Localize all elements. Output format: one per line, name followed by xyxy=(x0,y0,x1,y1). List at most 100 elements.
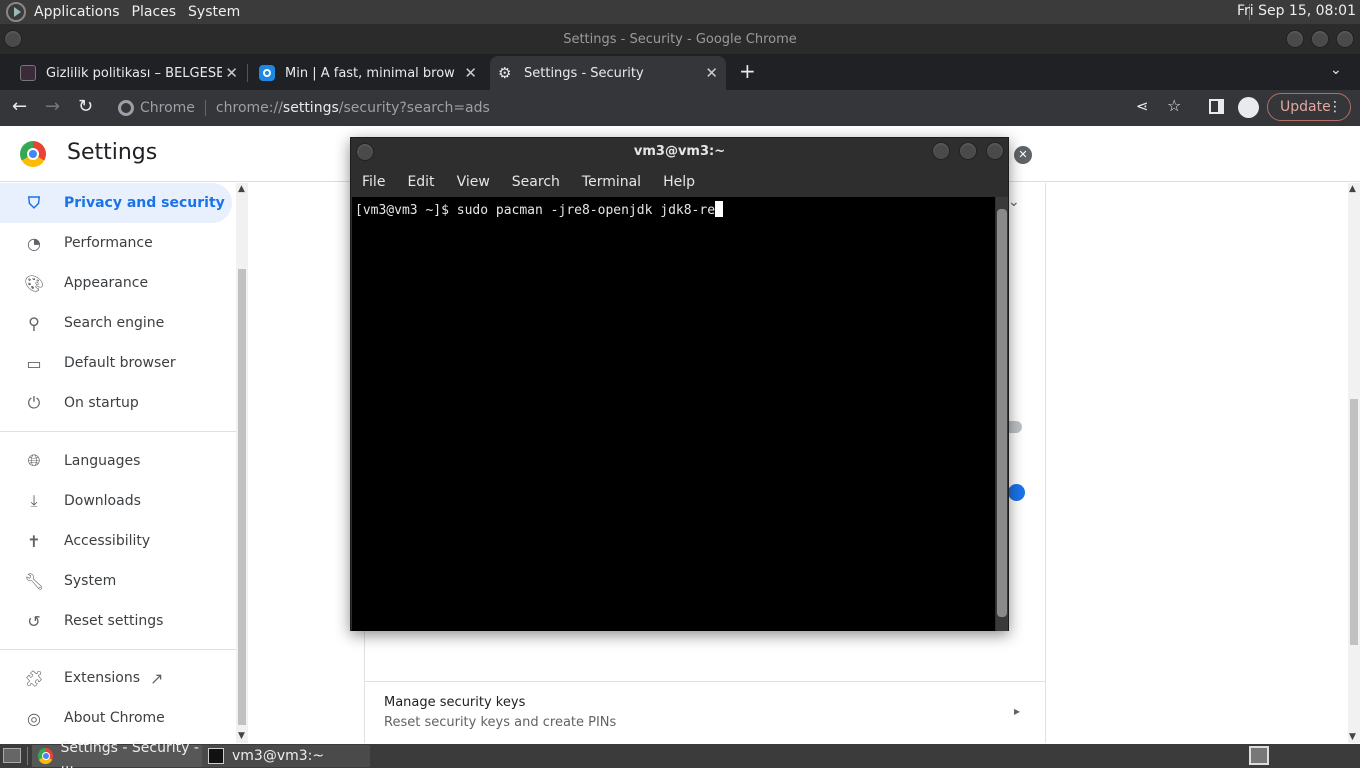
manage-security-keys-row[interactable]: Manage security keys Reset security keys… xyxy=(364,681,1046,743)
distro-logo-icon[interactable] xyxy=(6,2,26,22)
minimize-button[interactable] xyxy=(1286,30,1304,48)
show-desktop-icon[interactable] xyxy=(3,748,21,763)
close-tab-icon[interactable]: ✕ xyxy=(705,64,718,82)
sidebar-item-label: Performance xyxy=(64,235,153,251)
main-scrollbar[interactable] xyxy=(1348,183,1360,743)
terminal-minimize-button[interactable] xyxy=(932,142,950,160)
profile-avatar-icon[interactable] xyxy=(1238,97,1259,118)
tab-search-chevron-icon[interactable]: ⌄ xyxy=(1330,62,1342,78)
sidebar-item-extensions[interactable]: 🧩︎ Extensions ↗ xyxy=(0,658,232,698)
url-text[interactable]: chrome://settings/security?search=ads xyxy=(216,100,490,116)
taskbar-item-label: Settings - Security - ... xyxy=(60,740,199,768)
update-button[interactable]: Update ⋮ xyxy=(1267,93,1351,121)
side-panel-icon[interactable] xyxy=(1209,99,1224,114)
sidebar-item-label: About Chrome xyxy=(64,710,165,726)
menu-terminal[interactable]: Terminal xyxy=(571,174,652,190)
menu-view[interactable]: View xyxy=(446,174,501,190)
sidebar-item-label: Extensions xyxy=(64,670,141,686)
bookmark-star-icon[interactable]: ☆ xyxy=(1167,96,1181,115)
terminal-maximize-button[interactable] xyxy=(959,142,977,160)
sidebar-divider xyxy=(0,431,236,432)
sidebar-item-privacy[interactable]: ⛉ Privacy and security xyxy=(0,183,232,223)
taskbar-item-terminal[interactable]: vm3@vm3:~ xyxy=(202,745,370,767)
sidebar-item-reset[interactable]: ↺ Reset settings xyxy=(0,601,232,641)
puzzle-icon: 🧩︎ xyxy=(24,668,45,688)
search-icon: ⚲ xyxy=(28,313,40,333)
desktop: Applications Places System Fri Sep 15, 0… xyxy=(0,0,1360,768)
sidebar-item-languages[interactable]: 🌐︎ Languages xyxy=(0,441,232,481)
applications-menu[interactable]: Applications xyxy=(28,4,126,20)
sidebar-item-search-engine[interactable]: ⚲ Search engine xyxy=(0,303,232,343)
places-menu[interactable]: Places xyxy=(126,4,183,20)
more-menu-icon[interactable]: ⋮ xyxy=(1328,94,1342,120)
update-label: Update xyxy=(1280,99,1331,115)
sidebar-item-appearance[interactable]: 🎨︎ Appearance xyxy=(0,263,232,303)
close-tab-icon[interactable]: ✕ xyxy=(464,64,477,82)
sidebar-scrollbar-thumb[interactable] xyxy=(238,269,246,725)
menu-file[interactable]: File xyxy=(351,174,396,190)
window-menu-button[interactable] xyxy=(4,30,22,48)
tab-belgesel[interactable]: Gizlilik politikası – BELGESELS ✕ xyxy=(20,56,246,90)
sidebar-scroll-up-icon[interactable]: ▲ xyxy=(238,184,245,194)
new-tab-icon[interactable]: + xyxy=(739,59,756,83)
radio-selected[interactable] xyxy=(1008,484,1025,501)
terminal-menu-button[interactable] xyxy=(356,143,374,161)
main-scroll-up-icon[interactable]: ▲ xyxy=(1349,184,1356,194)
terminal-screen[interactable]: [vm3@vm3 ~]$ sudo pacman -jre8-openjdk j… xyxy=(352,197,995,631)
expand-chevron-icon[interactable]: ⌄ xyxy=(1008,194,1020,210)
sidebar-item-system[interactable]: 🔧︎ System xyxy=(0,561,232,601)
terminal-icon xyxy=(208,748,224,764)
url-path: /security?search=ads xyxy=(338,100,490,116)
bottom-taskbar: Settings - Security - ... vm3@vm3:~ xyxy=(0,740,1360,768)
browser-toolbar: ← → ↻ Chrome chrome://settings/security?… xyxy=(0,90,1360,126)
clear-search-icon[interactable]: ✕ xyxy=(1014,146,1032,164)
chrome-icon xyxy=(38,748,53,764)
taskbar-item-chrome[interactable]: Settings - Security - ... xyxy=(32,740,202,768)
clock[interactable]: Fri Sep 15, 08:01 xyxy=(1237,3,1356,19)
taskbar-item-label: vm3@vm3:~ xyxy=(232,748,325,764)
close-button[interactable] xyxy=(1336,30,1354,48)
menu-help[interactable]: Help xyxy=(652,174,706,190)
system-menu[interactable]: System xyxy=(182,4,246,20)
sidebar-item-accessibility[interactable]: ✝ Accessibility xyxy=(0,521,232,561)
sidebar-scroll-down-icon[interactable]: ▼ xyxy=(238,731,245,741)
share-icon[interactable]: ⋖ xyxy=(1136,97,1149,115)
settings-title: Settings xyxy=(67,140,158,165)
sidebar-item-label: System xyxy=(64,573,117,589)
sidebar-item-default-browser[interactable]: ▭ Default browser xyxy=(0,343,232,383)
omnibox[interactable]: Chrome chrome://settings/security?search… xyxy=(112,94,1260,122)
terminal-title-bar[interactable]: vm3@vm3:~ xyxy=(351,138,1008,166)
terminal-scrollbar[interactable] xyxy=(996,197,1008,631)
shield-icon: ⛉ xyxy=(27,193,40,212)
tab-settings[interactable]: ⚙ Settings - Security ✕ xyxy=(490,56,726,90)
forward-icon[interactable]: → xyxy=(45,96,60,117)
reload-icon[interactable]: ↻ xyxy=(78,96,93,117)
tab-min[interactable]: Min | A fast, minimal browser t ✕ xyxy=(259,56,485,90)
maximize-button[interactable] xyxy=(1311,30,1329,48)
power-icon: ⏻ xyxy=(27,393,41,412)
back-icon[interactable]: ← xyxy=(12,96,27,117)
terminal-close-button[interactable] xyxy=(986,142,1004,160)
sidebar-item-performance[interactable]: ◔ Performance xyxy=(0,223,232,263)
main-scroll-down-icon[interactable]: ▼ xyxy=(1349,732,1356,742)
site-info-icon[interactable] xyxy=(118,100,134,116)
sidebar-item-label: Default browser xyxy=(64,355,176,371)
accessibility-icon: ✝ xyxy=(27,531,41,551)
workspace-switcher[interactable] xyxy=(1249,746,1269,765)
sidebar-item-on-startup[interactable]: ⏻ On startup xyxy=(0,383,232,423)
close-tab-icon[interactable]: ✕ xyxy=(225,64,238,82)
download-icon: ⤓ xyxy=(30,491,38,510)
sidebar-item-label: Languages xyxy=(64,453,141,469)
terminal-cursor xyxy=(715,201,724,217)
sidebar-scrollbar[interactable] xyxy=(236,183,248,743)
settings-sidebar: ⛉ Privacy and security ◔ Performance 🎨︎ … xyxy=(0,183,236,743)
sidebar-item-downloads[interactable]: ⤓ Downloads xyxy=(0,481,232,521)
sidebar-item-about[interactable]: ◎ About Chrome xyxy=(0,698,232,738)
terminal-scrollbar-thumb[interactable] xyxy=(997,209,1007,617)
chrome-title-bar[interactable]: Settings - Security - Google Chrome xyxy=(0,24,1360,54)
terminal-window[interactable]: vm3@vm3:~ File Edit View Search Terminal… xyxy=(350,137,1009,631)
menu-search[interactable]: Search xyxy=(501,174,571,190)
top-panel: Applications Places System Fri Sep 15, 0… xyxy=(0,0,1360,24)
menu-edit[interactable]: Edit xyxy=(396,174,445,190)
main-scrollbar-thumb[interactable] xyxy=(1350,399,1358,645)
